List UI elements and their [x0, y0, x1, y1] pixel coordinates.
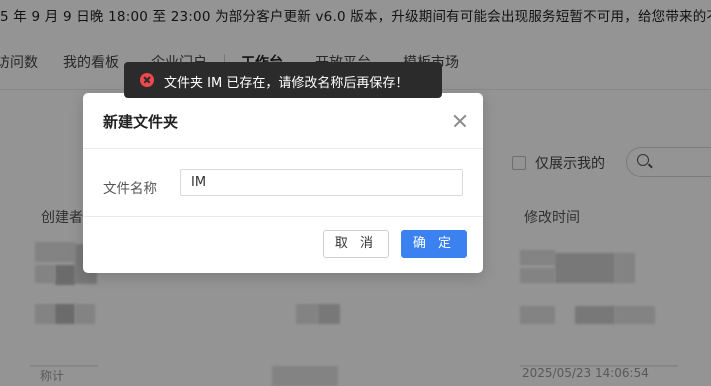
folder-name-input[interactable] [180, 169, 463, 196]
new-folder-dialog: 新建文件夹 文件名称 取 消 确 定 [83, 93, 483, 273]
folder-name-label: 文件名称 [103, 181, 157, 197]
cancel-button[interactable]: 取 消 [323, 230, 389, 258]
confirm-button[interactable]: 确 定 [401, 230, 467, 258]
dialog-title: 新建文件夹 [103, 113, 179, 131]
dialog-footer: 取 消 确 定 [83, 216, 483, 273]
close-icon[interactable] [451, 112, 469, 130]
toast-message: 文件夹 IM 已存在，请修改名称后再保存！ [164, 76, 409, 91]
dialog-header: 新建文件夹 [83, 93, 483, 149]
error-toast: 文件夹 IM 已存在，请修改名称后再保存！ [124, 62, 442, 98]
error-circle-icon [140, 73, 154, 87]
